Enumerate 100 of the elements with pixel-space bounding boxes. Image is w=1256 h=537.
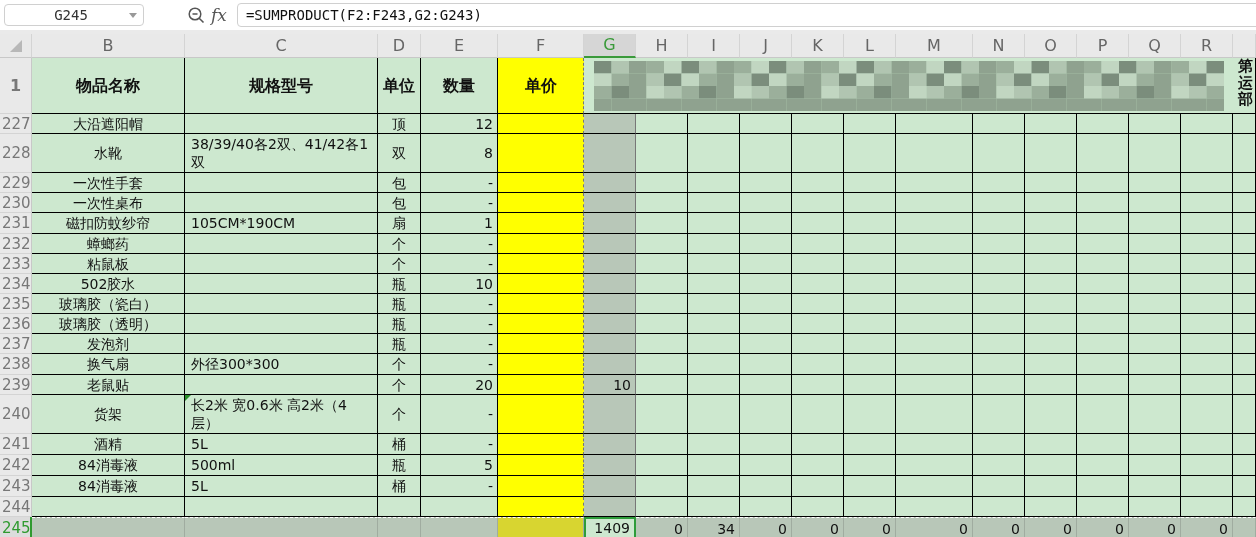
table-cell[interactable]: 0 [844,517,896,537]
column-header[interactable]: E [421,34,498,58]
table-cell[interactable]: 0 [973,517,1025,537]
table-cell [636,395,688,434]
table-cell[interactable]: 0 [1077,517,1129,537]
table-cell [740,497,792,517]
table-cell[interactable]: 0 [896,517,973,537]
table-cell[interactable]: 1409 [584,517,636,537]
caret-icon[interactable] [129,12,137,18]
column-header[interactable]: N [973,34,1025,58]
table-cell: 老鼠贴 [32,375,185,395]
table-cell [636,254,688,274]
table-cell [1077,254,1129,274]
column-header[interactable]: G [584,34,636,58]
row-header[interactable]: 239 [0,375,32,395]
row-header[interactable]: 233 [0,254,32,274]
table-cell [1077,354,1129,375]
table-cell [688,274,740,294]
table-cell: 外径300*300 [185,354,378,375]
row-header[interactable]: 232 [0,234,32,254]
table-cell [1181,354,1233,375]
row-header[interactable]: 241 [0,434,32,455]
column-header[interactable]: M [896,34,973,58]
table-cell [844,213,896,234]
row-header[interactable]: 229 [0,173,32,193]
table-cell [1077,455,1129,476]
table-cell [1233,497,1256,517]
row-header[interactable]: 242 [0,455,32,476]
row-header[interactable]: 234 [0,274,32,294]
column-title: 单位 [378,58,421,114]
column-header[interactable]: K [792,34,844,58]
column-header[interactable]: P [1077,34,1129,58]
column-header[interactable]: F [498,34,584,58]
row-header[interactable]: 231 [0,213,32,234]
table-cell [1233,334,1256,354]
table-cell [1233,213,1256,234]
table-cell [636,375,688,395]
row-header[interactable]: 236 [0,314,32,334]
column-header[interactable]: B [32,34,185,58]
column-header[interactable]: I [688,34,740,58]
column-header[interactable]: R [1181,34,1233,58]
row-header[interactable]: 227 [0,114,32,134]
table-cell[interactable]: 0 [1025,517,1077,537]
column-header[interactable]: L [844,34,896,58]
row-header[interactable]: 228 [0,134,32,173]
table-cell [584,274,636,294]
table-cell: - [421,395,498,434]
row-header[interactable]: 245 [0,517,32,537]
column-header[interactable]: D [378,34,421,58]
column-header[interactable]: Q [1129,34,1181,58]
table-cell[interactable]: 0 [1181,517,1233,537]
table-cell [1129,114,1181,134]
row-header[interactable]: 230 [0,193,32,213]
table-cell[interactable]: 0 [792,517,844,537]
row-header[interactable]: 240 [0,395,32,434]
zoom-icon[interactable] [188,6,205,24]
table-cell [1077,114,1129,134]
row-header[interactable]: 1 [0,58,32,114]
table-cell [1233,134,1256,173]
table-cell [688,213,740,234]
formula-field[interactable]: =SUMPRODUCT(F2:F243,G2:G243) [236,3,1256,27]
column-header[interactable] [1233,34,1256,58]
table-cell [1129,334,1181,354]
column-header[interactable]: O [1025,34,1077,58]
table-cell [636,173,688,193]
table-cell: 一次性桌布 [32,193,185,213]
column-header[interactable]: C [185,34,378,58]
table-cell[interactable]: 0 [1129,517,1181,537]
corner-triangle-icon[interactable] [9,39,22,52]
table-cell [636,455,688,476]
column-header[interactable]: H [636,34,688,58]
table-cell [1233,173,1256,193]
table-cell[interactable]: 0 [740,517,792,537]
table-cell [636,314,688,334]
select-all-button[interactable] [0,34,32,58]
table-cell [740,173,792,193]
table-cell: 磁扣防蚊纱帘 [32,213,185,234]
table-cell: - [421,234,498,254]
column-header[interactable]: J [740,34,792,58]
table-cell[interactable]: 34 [688,517,740,537]
name-box[interactable]: G245 [4,4,144,26]
table-cell: 瓶 [378,314,421,334]
table-cell: 38/39/40各2双、41/42各1双 [185,134,378,173]
row-header[interactable]: 243 [0,476,32,497]
table-cell: - [421,294,498,314]
function-label[interactable]: fx [211,5,227,25]
table-cell [740,314,792,334]
table-cell: 蟑螂药 [32,234,185,254]
row-header[interactable]: 238 [0,354,32,375]
table-cell: 8 [421,134,498,173]
row-header[interactable]: 235 [0,294,32,314]
table-cell[interactable]: 0 [636,517,688,537]
table-cell [792,134,844,173]
row-header[interactable]: 237 [0,334,32,354]
table-cell [1181,114,1233,134]
table-cell [973,497,1025,517]
row-header[interactable]: 244 [0,497,32,517]
table-cell: - [421,254,498,274]
table-cell [1077,497,1129,517]
table-cell: 瓶 [378,274,421,294]
